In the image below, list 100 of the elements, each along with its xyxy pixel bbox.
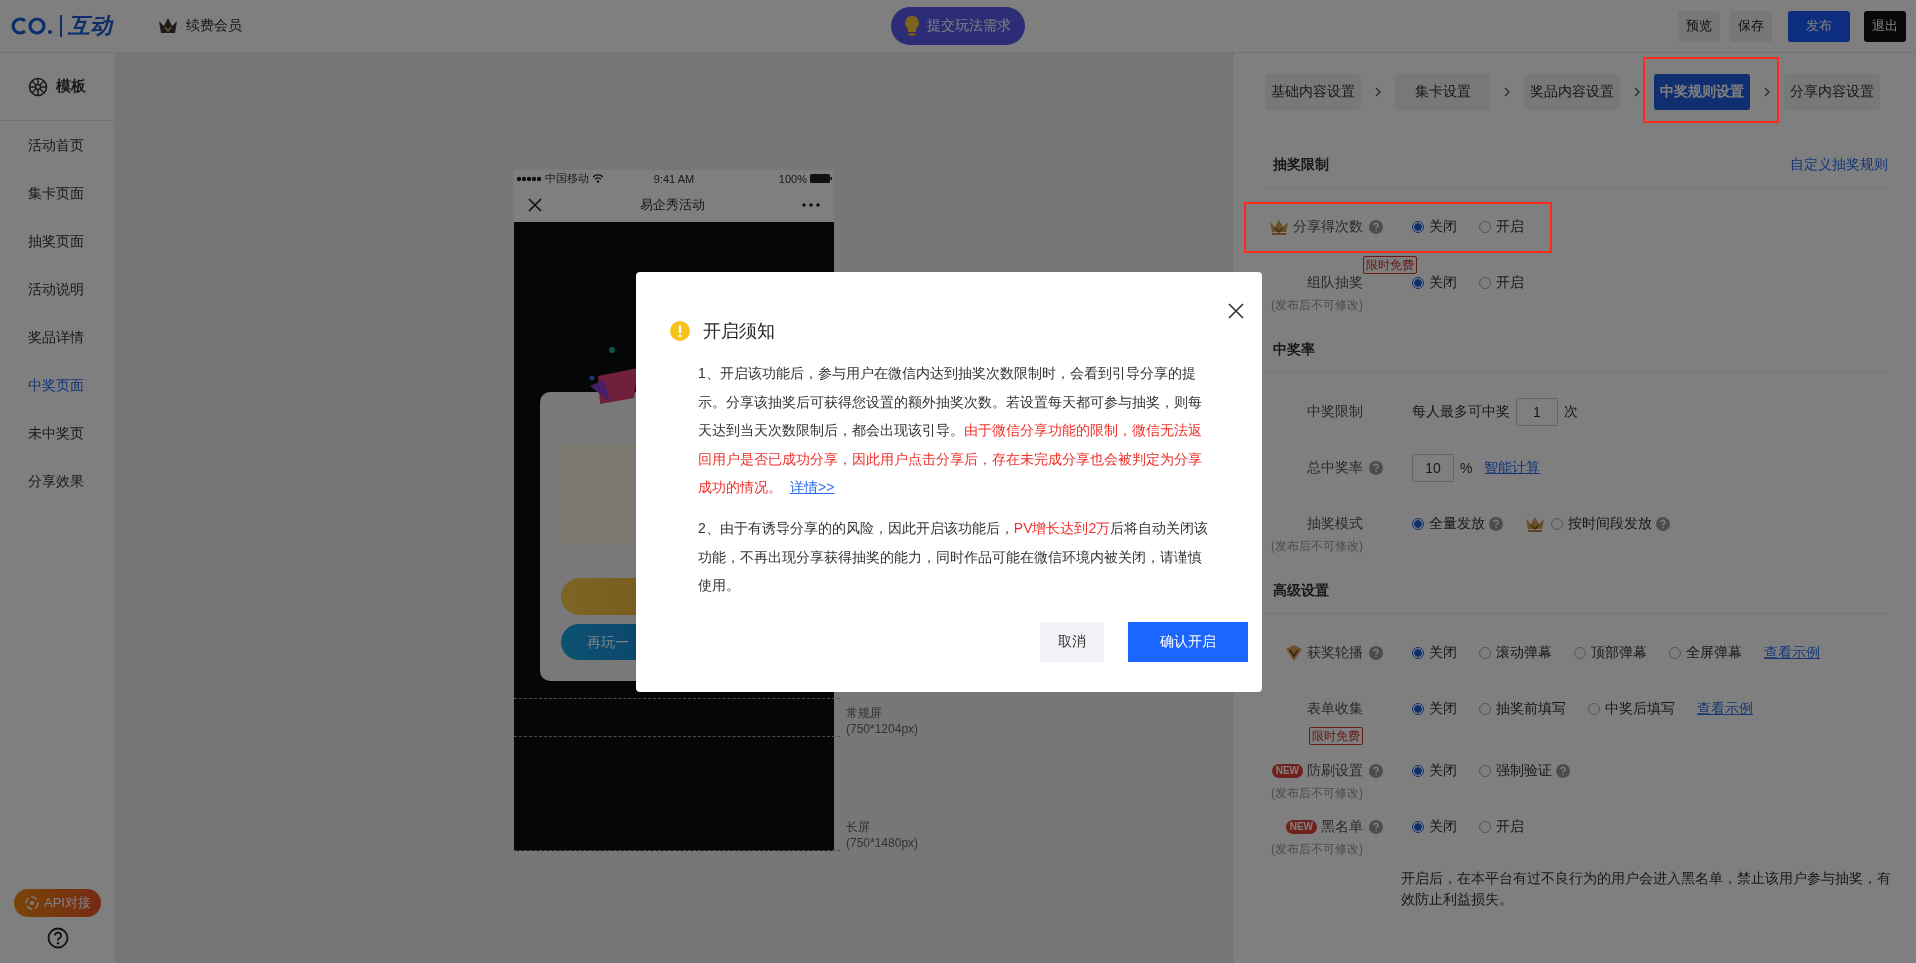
warning-icon <box>670 321 690 341</box>
toolbar-button[interactable]: 发布 <box>1788 10 1850 42</box>
sidebar-item[interactable]: 分享效果 <box>0 457 115 505</box>
gem-icon <box>1285 644 1303 662</box>
new-tag: NEW <box>1285 820 1317 834</box>
radio-option[interactable]: 开启 <box>1479 818 1524 836</box>
notice-paragraph: 2、由于有诱导分享的的风险，因此开启该功能后，PV增长达到2万后将自动关闭该功能，不再出现分享获得抽奖的能力，同时作品可能在微信环境内被关闭，请谨慎使用。 <box>698 518 1210 596</box>
help-icon[interactable] <box>1369 646 1383 660</box>
sidebar-item[interactable]: 奖品详情 <box>0 313 115 361</box>
custom-rules-link[interactable]: 自定义抽奖规则 <box>1790 156 1888 174</box>
limited-free-badge: 限时免费 <box>1363 256 1417 274</box>
chevron-icon <box>1504 87 1510 97</box>
blacklist-description: 开启后，在本平台有过不良行为的用户会进入黑名单，禁止该用户参与抽奖，有效防止利益损失。 <box>1401 869 1892 909</box>
radio-option[interactable]: 全量发放 <box>1412 515 1485 533</box>
radio-option[interactable]: 滚动弹幕 <box>1479 644 1552 662</box>
screen-size-label: 常规屏 (750*1204px) <box>846 705 919 737</box>
confirm-button[interactable]: 确认开启 <box>1128 621 1248 662</box>
battery-icon <box>810 174 832 183</box>
radio-option[interactable]: 关闭 <box>1412 218 1457 236</box>
field-label: 抽奖模式 <box>1307 515 1363 533</box>
logo-text: 互动 <box>68 12 112 40</box>
field-label: 组队抽奖 <box>1307 274 1363 292</box>
radio-option[interactable]: 按时间段发放 <box>1551 515 1652 533</box>
toolbar-button[interactable]: 退出 <box>1864 10 1906 42</box>
smart-calc-link[interactable]: 智能计算 <box>1484 459 1541 477</box>
field-label: 黑名单 <box>1321 818 1363 836</box>
request-feature-button[interactable]: 提交玩法需求 <box>891 7 1025 45</box>
chevron-icon <box>1634 87 1640 97</box>
field-label: 总中奖率 <box>1307 459 1363 477</box>
toolbar-button[interactable]: 保存 <box>1730 10 1772 42</box>
help-icon[interactable] <box>46 927 69 949</box>
radio-option[interactable]: 关闭 <box>1412 818 1457 836</box>
notice-paragraph: 1、开启该功能后，参与用户在微信内达到抽奖次数限制时，会看到引导分享的提示。分享该抽奖后可获得您设置的额外抽奖次数。若设置每天都可参与抽奖，则每天达到当天次数限制后，都会出现该引导。由于微信分享功能的限制，微信无法返回用户是否已成功分享，因此用户点击分享后，存在未完成分享也会被判定为分享成功的情况。 详情>> <box>698 364 1203 498</box>
limited-free-badge: 限时免费 <box>1309 727 1363 745</box>
new-tag: NEW <box>1271 764 1303 778</box>
radio-option[interactable]: 开启 <box>1479 218 1524 236</box>
screen-size-label: 长屏 (750*1480px) <box>846 819 919 851</box>
sidebar-item[interactable]: 活动说明 <box>0 265 115 313</box>
help-icon[interactable] <box>1369 461 1383 475</box>
field-label: 中奖限制 <box>1307 403 1363 421</box>
clock-text: 9:41 AM <box>653 172 695 185</box>
field-label: 分享得次数 <box>1293 218 1363 236</box>
field-label: 表单收集 <box>1307 700 1363 718</box>
chevron-icon <box>1764 87 1770 97</box>
sidebar-item[interactable]: 抽奖页面 <box>0 217 115 265</box>
sidebar-item[interactable]: 未中奖页 <box>0 409 115 457</box>
number-input[interactable]: 1 <box>1516 398 1558 426</box>
rate-input[interactable]: 10 <box>1412 454 1454 482</box>
api-icon <box>24 895 40 911</box>
chevron-icon <box>1375 87 1381 97</box>
field-label: 获奖轮播 <box>1307 644 1363 662</box>
step-tab[interactable]: 奖品内容设置 <box>1524 74 1620 110</box>
view-example-link[interactable]: 查看示例 <box>1697 700 1753 718</box>
step-tab[interactable]: 基础内容设置 <box>1265 74 1361 110</box>
radio-option[interactable]: 关闭 <box>1412 274 1457 292</box>
radio-option[interactable]: 全屏弹幕 <box>1669 644 1742 662</box>
sidebar-item[interactable]: 中奖页面 <box>0 361 115 409</box>
sidebar-item[interactable]: 集卡页面 <box>0 169 115 217</box>
step-tab[interactable]: 集卡设置 <box>1395 74 1490 110</box>
view-example-link[interactable]: 查看示例 <box>1764 644 1820 662</box>
api-button[interactable]: API对接 <box>14 889 101 917</box>
radio-option[interactable]: 抽奖前填写 <box>1479 700 1566 718</box>
sidebar-title: 模板 <box>56 77 86 96</box>
renew-membership-link[interactable]: 续费会员 <box>186 17 242 35</box>
radio-option[interactable]: 关闭 <box>1412 700 1457 718</box>
crown-icon <box>1269 219 1289 235</box>
help-icon[interactable] <box>1656 517 1670 531</box>
radio-option[interactable]: 关闭 <box>1412 644 1457 662</box>
toolbar-button[interactable]: 预览 <box>1678 10 1720 42</box>
close-icon[interactable] <box>1228 303 1244 319</box>
unit-text: 次 <box>1564 403 1578 421</box>
wheel-icon <box>28 76 48 97</box>
more-icon[interactable] <box>802 202 820 207</box>
radio-option[interactable]: 中奖后填写 <box>1588 700 1675 718</box>
unit-text: % <box>1460 460 1473 476</box>
help-icon[interactable] <box>1369 764 1383 778</box>
wifi-icon <box>592 174 604 183</box>
step-tab[interactable]: 分享内容设置 <box>1784 74 1880 110</box>
crown-icon <box>1525 516 1545 532</box>
help-icon[interactable] <box>1369 220 1383 234</box>
help-icon[interactable] <box>1369 820 1383 834</box>
radio-option[interactable]: 顶部弹幕 <box>1574 644 1647 662</box>
section-title: 中奖率 <box>1273 341 1315 359</box>
cancel-button[interactable]: 取消 <box>1040 621 1104 662</box>
sidebar-item[interactable]: 活动首页 <box>0 121 115 169</box>
step-tab[interactable]: 中奖规则设置 <box>1654 74 1750 110</box>
section-title: 抽奖限制 <box>1273 156 1329 174</box>
help-icon[interactable] <box>1489 517 1503 531</box>
battery-text: 100% <box>778 172 807 185</box>
radio-option[interactable]: 强制验证 <box>1479 762 1552 780</box>
help-icon[interactable] <box>1556 764 1570 778</box>
signal-icon <box>516 175 542 182</box>
crown-icon <box>158 17 178 35</box>
field-label: 防刷设置 <box>1307 762 1363 780</box>
carrier-text: 中国移动 <box>545 171 589 186</box>
radio-option[interactable]: 开启 <box>1479 274 1524 292</box>
dialog-title: 开启须知 <box>703 320 775 343</box>
page-title: 易企秀活动 <box>639 195 705 214</box>
radio-option[interactable]: 关闭 <box>1412 762 1457 780</box>
details-link[interactable]: 详情>> <box>790 479 835 496</box>
